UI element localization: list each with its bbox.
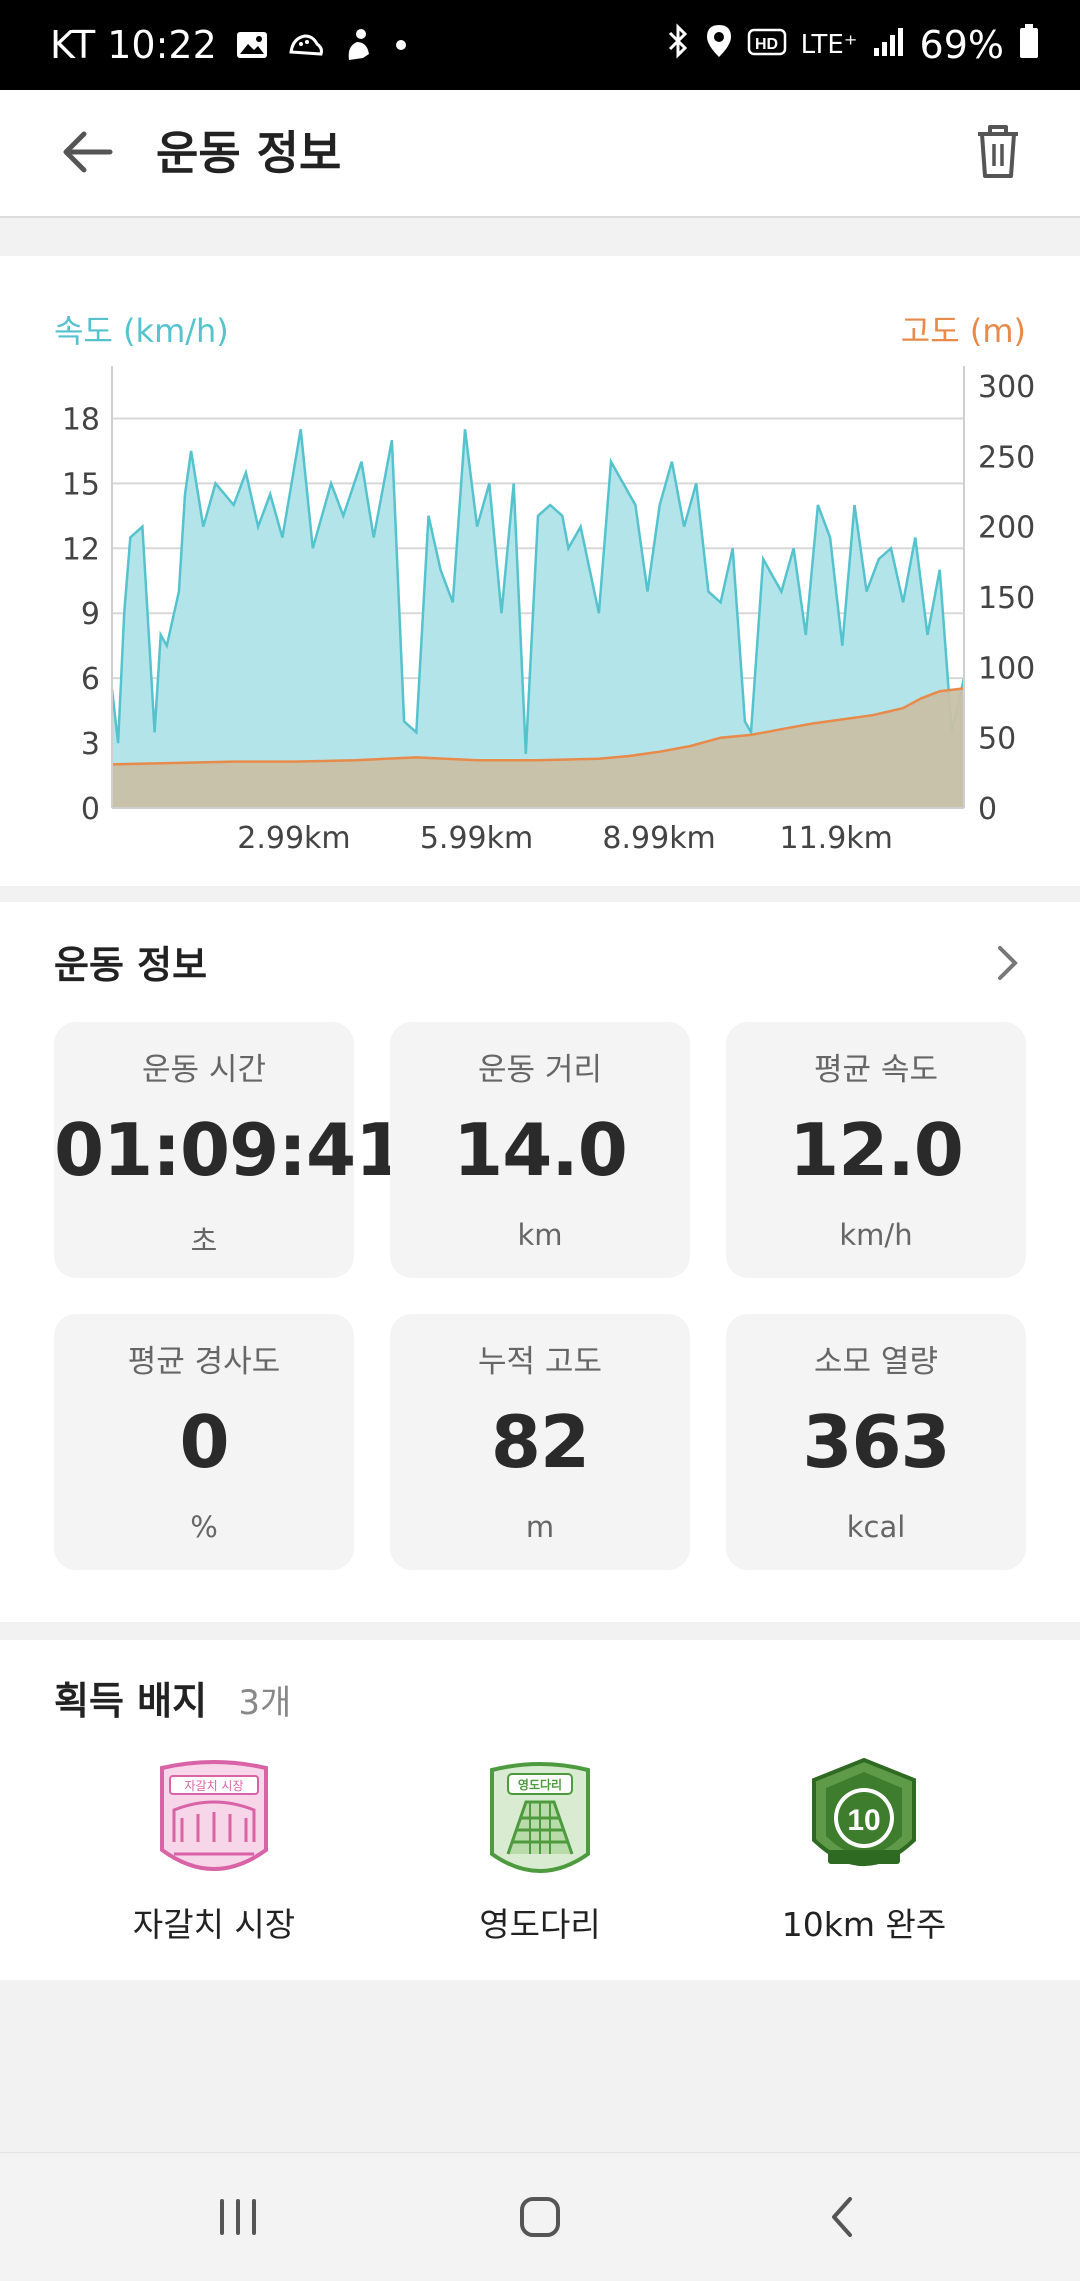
x-tick-label: 2.99km	[237, 821, 350, 856]
right-tick-label: 150	[978, 581, 1035, 616]
left-tick-label: 9	[81, 597, 100, 632]
chevron-right-icon	[998, 946, 1018, 980]
left-tick-label: 6	[81, 662, 100, 697]
stat-unit: km/h	[839, 1218, 913, 1252]
gallery-icon	[235, 30, 269, 60]
system-back-button[interactable]	[812, 2187, 872, 2247]
badge-name: 10km 완주	[781, 1905, 947, 1944]
battery-icon	[1018, 23, 1040, 68]
badge-10km-finish[interactable]: 10 10km 완주	[744, 1757, 984, 1946]
trash-icon	[978, 125, 1018, 178]
left-tick-label: 18	[62, 402, 100, 437]
delete-button[interactable]	[964, 118, 1032, 186]
chevron-left-icon	[832, 2197, 852, 2237]
stat-label: 운동 시간	[142, 1052, 266, 1088]
workout-info-more-button[interactable]	[982, 938, 1032, 988]
stat-label: 평균 경사도	[127, 1344, 281, 1380]
badge-name: 영도다리	[479, 1905, 601, 1944]
left-tick-label: 3	[81, 727, 100, 762]
market-badge-icon: 자갈치 시장	[160, 1760, 268, 1871]
stat-unit: km	[517, 1218, 563, 1252]
bridge-badge-icon: 영도다리	[490, 1762, 590, 1873]
right-tick-label: 100	[978, 651, 1035, 686]
battery-percent: 69%	[919, 23, 1004, 67]
arrow-left-icon	[63, 131, 113, 173]
right-tick-label: 250	[978, 440, 1035, 475]
activity-icon	[343, 28, 373, 62]
stat-label: 운동 거리	[478, 1052, 602, 1088]
stat-label: 누적 고도	[478, 1344, 602, 1380]
recent-apps-button[interactable]	[208, 2187, 268, 2247]
badge-yeongdo-bridge[interactable]: 영도다리 영도다리	[420, 1758, 660, 1946]
workout-info-title: 운동 정보	[54, 943, 208, 987]
x-tick-label: 5.99km	[420, 821, 533, 856]
home-icon	[520, 2197, 560, 2237]
left-tick-label: 15	[62, 467, 100, 502]
stat-workout-time: 운동 시간 01:09:41 초	[54, 1022, 405, 1278]
speed-altitude-chart: 0 3 6 9 12 15 18 0 50 100 150 200 250 300 2.99km 5.99km…	[62, 366, 1035, 856]
stat-unit: %	[190, 1510, 218, 1544]
app-bar: 운동 정보	[0, 90, 1080, 218]
stat-value: 82	[490, 1400, 590, 1484]
home-button[interactable]	[510, 2187, 570, 2247]
stat-label: 소모 열량	[814, 1344, 938, 1380]
stat-distance: 운동 거리 14.0 km	[390, 1022, 690, 1278]
stat-label: 평균 속도	[814, 1052, 938, 1088]
hd-voice-icon: HD	[747, 23, 787, 67]
badge-jagalchi-market[interactable]: 자갈치 시장 자갈치 시장	[94, 1758, 334, 1946]
x-tick-label: 11.9km	[779, 821, 892, 856]
stat-value: 14.0	[453, 1108, 628, 1192]
stat-unit: m	[525, 1510, 555, 1544]
badge-name: 자갈치 시장	[132, 1905, 296, 1944]
page-title: 운동 정보	[156, 126, 342, 180]
stat-calories: 소모 열량 363 kcal	[726, 1314, 1026, 1570]
right-tick-label: 300	[978, 370, 1035, 405]
notification-dot-icon	[391, 35, 411, 55]
x-tick-label: 8.99km	[602, 821, 715, 856]
finish-10km-badge-icon: 10	[812, 1757, 916, 1866]
badges-count: 3개	[238, 1683, 292, 1723]
stat-average-grade: 평균 경사도 0 %	[54, 1314, 354, 1570]
badge-emblem-text: 자갈치 시장	[184, 1779, 243, 1793]
workout-info-card: 운동 정보 운동 시간 01:09:41 초 운동 거리 14.0 km 평균 …	[0, 902, 1080, 1622]
status-bar: KT 10:22 HD LTE⁺ 69%	[0, 0, 1080, 90]
badges-title: 획득 배지 3개	[54, 1670, 291, 1725]
right-tick-label: 200	[978, 511, 1035, 546]
stat-value: 01:09:41	[54, 1108, 405, 1192]
stat-elevation-gain: 누적 고도 82 m	[390, 1314, 690, 1570]
stat-average-speed: 평균 속도 12.0 km/h	[726, 1022, 1026, 1278]
stat-value: 0	[179, 1400, 229, 1484]
system-navigation-bar	[0, 2152, 1080, 2281]
bluetooth-icon	[665, 22, 691, 68]
right-tick-label: 0	[978, 792, 997, 827]
badge-emblem-text: 영도다리	[518, 1777, 562, 1792]
back-button[interactable]	[56, 120, 120, 184]
stat-value: 363	[802, 1400, 950, 1484]
left-tick-label: 0	[81, 792, 100, 827]
carrier-time: KT 10:22	[50, 23, 217, 67]
right-tick-label: 50	[978, 722, 1016, 757]
badges-card: 획득 배지 3개 자갈치 시장 자갈치 시장 영도다리 영도다리 10 10km…	[0, 1640, 1080, 1980]
chart-card: 속도 (km/h) 고도 (m) 0 3 6 9 12 15 18 0 50 100 150 200 2…	[0, 256, 1080, 886]
stat-unit: 초	[190, 1224, 218, 1258]
signal-icon	[872, 23, 906, 67]
badge-emblem-text: 10	[847, 1804, 880, 1837]
stat-value: 12.0	[789, 1108, 964, 1192]
svg-text:HD: HD	[755, 36, 778, 53]
left-tick-label: 12	[62, 532, 100, 567]
network-label: LTE⁺	[800, 30, 858, 60]
shoe-icon	[287, 30, 325, 60]
recent-apps-icon	[220, 2199, 256, 2235]
badges-heading: 획득 배지	[54, 1679, 208, 1723]
location-icon	[705, 23, 733, 68]
stat-unit: kcal	[846, 1510, 906, 1544]
